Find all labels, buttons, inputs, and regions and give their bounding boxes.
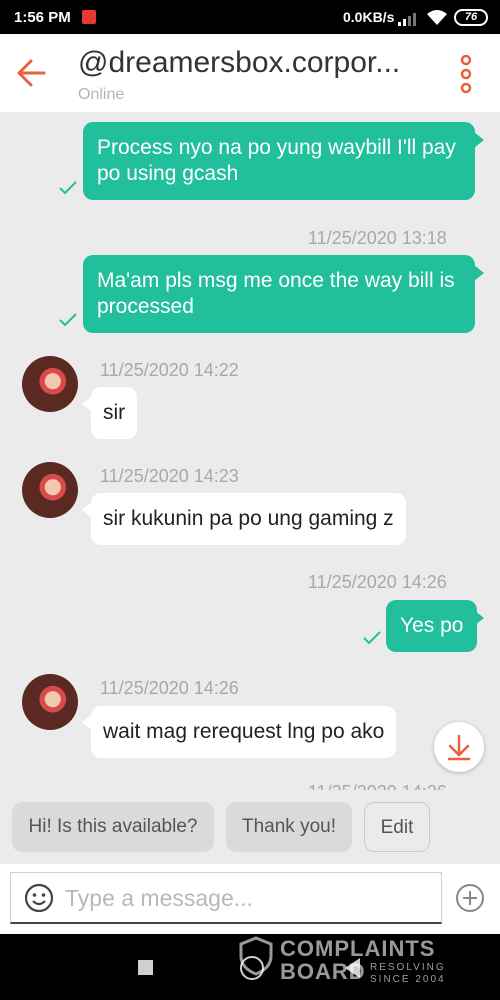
message-text: wait mag rerequest lng po ako <box>103 720 385 743</box>
status-time: 1:56 PM <box>14 9 71 26</box>
bubble-tail <box>474 265 484 281</box>
quick-reply-available[interactable]: Hi! Is this available? <box>12 802 214 852</box>
avatar[interactable] <box>22 356 78 412</box>
quick-reply-thank-you[interactable]: Thank you! <box>226 802 352 852</box>
watermark: COMPLAINTS BOARD RESOLVING SINCE 2004 <box>238 934 458 1000</box>
wifi-icon <box>427 10 447 25</box>
check-icon <box>363 631 381 645</box>
online-status: Online <box>78 86 125 103</box>
avatar[interactable] <box>22 674 78 730</box>
chat-header: @dreamersbox.corpor... Online <box>0 34 500 112</box>
message-text: sir kukunin pa po ung gaming z <box>103 507 394 530</box>
message-bubble-outgoing[interactable]: Ma'am pls msg me once the way bill is pr… <box>83 255 475 333</box>
composer-bar <box>0 864 500 934</box>
network-speed: 0.0KB/s <box>343 9 395 25</box>
chat-title: @dreamersbox.corpor... <box>78 46 401 79</box>
edit-quick-replies-button[interactable]: Edit <box>364 802 430 852</box>
message-list[interactable]: Process nyo na po yung waybill I'll pay … <box>0 112 500 790</box>
message-timestamp: 11/25/2020 14:26 <box>308 782 447 790</box>
avatar[interactable] <box>22 462 78 518</box>
check-icon <box>59 181 77 195</box>
scroll-down-button[interactable] <box>434 722 484 772</box>
message-timestamp: 11/25/2020 14:26 <box>100 678 239 698</box>
message-timestamp: 11/25/2020 13:18 <box>308 228 447 248</box>
emoji-icon[interactable] <box>23 882 55 914</box>
message-bubble-outgoing[interactable]: Process nyo na po yung waybill I'll pay … <box>83 122 475 200</box>
message-text: sir <box>103 401 126 424</box>
message-bubble-incoming[interactable]: wait mag rerequest lng po ako <box>91 706 397 758</box>
check-icon <box>59 313 77 327</box>
scroll-down-icon <box>447 734 471 761</box>
bubble-tail <box>474 132 484 148</box>
message-timestamp: 11/25/2020 14:26 <box>308 572 447 592</box>
watermark-line-2: BOARD <box>280 959 366 984</box>
message-bubble-outgoing[interactable]: Yes po <box>386 600 478 652</box>
message-input[interactable] <box>65 879 435 917</box>
plus-icon[interactable] <box>454 882 486 914</box>
message-text: Yes po <box>400 614 464 637</box>
message-timestamp: 11/25/2020 14:23 <box>100 466 239 486</box>
battery-indicator: 76 <box>454 9 488 26</box>
more-vertical-icon[interactable] <box>455 54 477 94</box>
message-input-container[interactable] <box>10 872 442 924</box>
status-bar: 1:56 PM 0.0KB/s 76 <box>0 0 500 34</box>
watermark-line-3: RESOLVING SINCE 2004 <box>370 962 446 985</box>
message-bubble-incoming[interactable]: sir <box>91 387 138 439</box>
notification-app-icon <box>82 10 96 24</box>
message-text: Ma'am pls msg me once the way bill is pr… <box>97 269 455 318</box>
recents-button[interactable] <box>138 960 153 975</box>
bubble-tail <box>474 610 484 626</box>
back-arrow-icon[interactable] <box>14 54 52 92</box>
shield-logo-icon <box>239 936 273 976</box>
message-text: Process nyo na po yung waybill I'll pay … <box>97 136 456 185</box>
message-bubble-incoming[interactable]: sir kukunin pa po ung gaming z <box>91 493 406 545</box>
signal-icon <box>398 13 416 26</box>
message-timestamp: 11/25/2020 14:22 <box>100 360 239 380</box>
